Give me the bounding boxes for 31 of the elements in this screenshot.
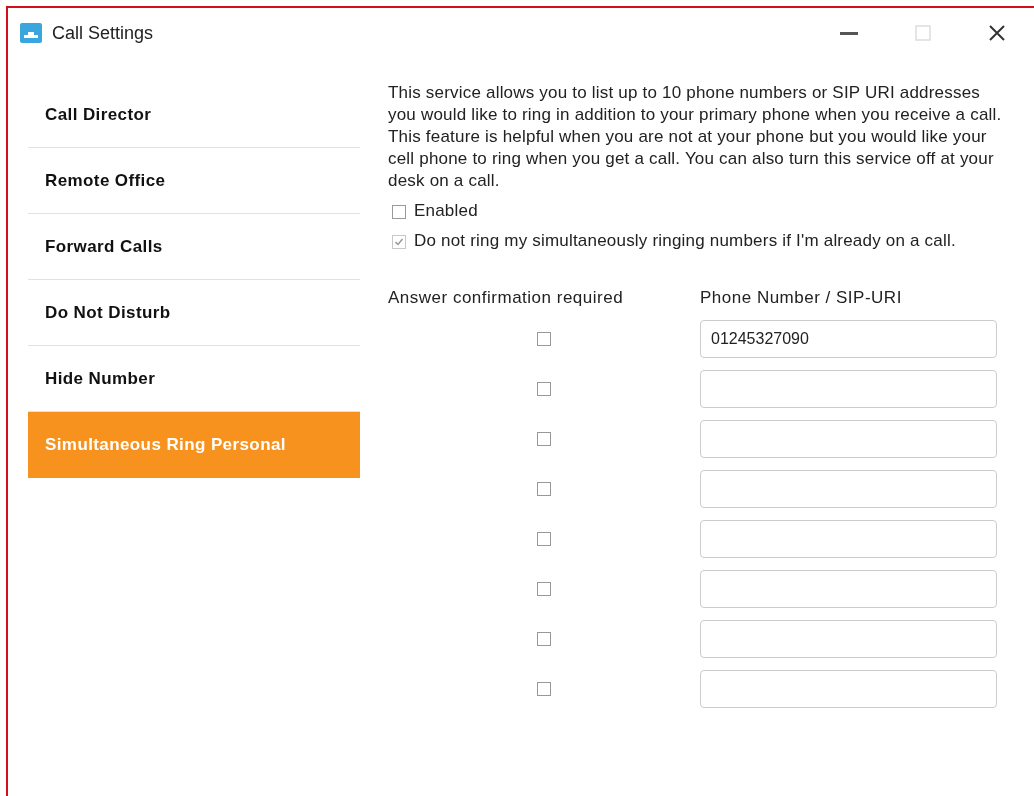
phone-number-field[interactable]: 01245327090 <box>700 320 997 358</box>
column-header: Answer confirmation required <box>388 288 625 308</box>
checkbox[interactable] <box>537 382 551 396</box>
checkbox[interactable] <box>392 205 406 219</box>
minimize-icon <box>840 31 858 35</box>
option-label: Do not ring my simultaneously ringing numbers if I'm already on a call. <box>414 230 956 252</box>
window-title: Call Settings <box>52 22 155 44</box>
column-header: Phone Number / SIP-URI <box>700 288 902 308</box>
phone-number-field[interactable] <box>700 620 997 658</box>
phone-number-field[interactable] <box>700 670 997 708</box>
phone-number-field[interactable] <box>700 570 997 608</box>
phone-number-field[interactable] <box>700 520 997 558</box>
phone-number-field[interactable] <box>700 420 997 458</box>
maximize-icon <box>915 25 931 41</box>
checkbox[interactable] <box>537 532 551 546</box>
phone-number-field[interactable] <box>700 470 997 508</box>
sidebar-item[interactable]: Call Director <box>28 82 360 148</box>
checkbox[interactable] <box>537 682 551 696</box>
checkbox[interactable] <box>537 632 551 646</box>
app-icon <box>20 23 42 43</box>
checkbox[interactable] <box>537 482 551 496</box>
close-icon <box>988 24 1006 42</box>
option-label: Enabled <box>414 200 478 222</box>
checkbox[interactable] <box>537 332 551 346</box>
checkbox[interactable] <box>537 432 551 446</box>
phone-number-field[interactable] <box>700 370 997 408</box>
checkbox[interactable] <box>537 582 551 596</box>
description-text: This service allows you to list up to 10 phone numbers or SIP URI addresses you would like to ring in addition to your primary phone when you receive a call. This feature is helpful when you are not at your phone but you would like your cell phone to ring when you get a call. You can also turn this service off at your desk on a call. <box>388 82 1003 192</box>
sidebar-item[interactable]: Forward Calls <box>28 214 360 280</box>
sidebar-item[interactable]: Do Not Disturb <box>28 280 360 346</box>
sidebar-item[interactable]: Remote Office <box>28 148 360 214</box>
